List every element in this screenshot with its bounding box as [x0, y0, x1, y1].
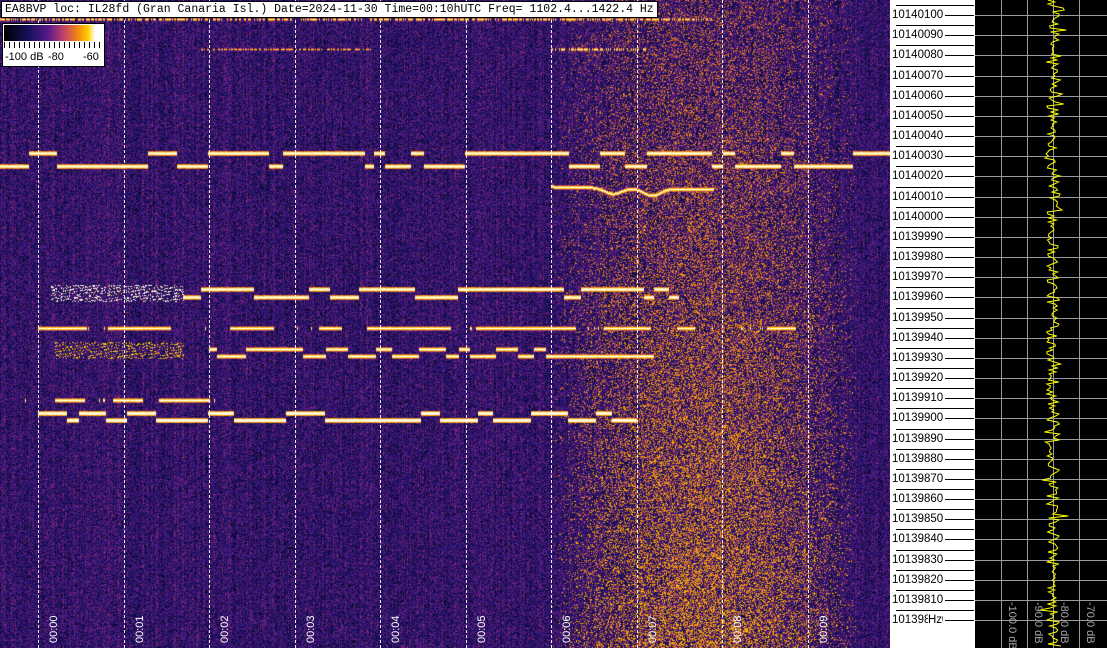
frequency-minor-tick [896, 368, 974, 369]
frequency-tick-label: 10139930 [892, 352, 946, 364]
time-tick-label: 00:09 [818, 615, 830, 643]
frequency-minor-tick [896, 529, 974, 530]
frequency-minor-tick [896, 25, 974, 26]
time-gridline [295, 0, 296, 648]
frequency-minor-tick [896, 509, 974, 510]
time-gridline [466, 0, 467, 648]
frequency-minor-tick [896, 227, 974, 228]
frequency-minor-tick [896, 429, 974, 430]
time-gridline [209, 0, 210, 648]
frequency-minor-tick [896, 469, 974, 470]
time-tick-label: 00:06 [561, 615, 573, 643]
frequency-axis: 10140100 10140090 10140080 10140070 10140060… [890, 0, 975, 648]
frequency-minor-tick [896, 166, 974, 167]
time-gridline [551, 0, 552, 648]
colorbar-ticks [4, 42, 103, 48]
colorbar-label-mid: -80 [48, 51, 64, 63]
colorbar-label-min: -100 dB [5, 51, 44, 63]
frequency-tick-label: 10140090 [892, 29, 946, 41]
frequency-minor-tick [896, 348, 974, 349]
frequency-minor-tick [896, 146, 974, 147]
power-tick-label: -70.0 dB [1083, 602, 1096, 644]
power-tick-label: -100.0 dB [1005, 602, 1018, 648]
frequency-tick-label: 10140000 [892, 211, 946, 223]
frequency-tick-label: 10140070 [892, 70, 946, 82]
time-gridline [637, 0, 638, 648]
frequency-minor-tick [896, 267, 974, 268]
waterfall-canvas [0, 0, 890, 648]
power-spectrum-plot [975, 0, 1107, 648]
frequency-tick-label: 10139820 [892, 574, 946, 586]
frequency-tick-label: 10139920 [892, 372, 946, 384]
colorbar-legend: -100 dB -80 -60 [2, 23, 105, 67]
frequency-tick-label: 10140080 [892, 49, 946, 61]
time-tick-label: 00:04 [390, 615, 402, 643]
frequency-tick-label: 10139860 [892, 493, 946, 505]
frequency-minor-tick [896, 187, 974, 188]
frequency-minor-tick [896, 610, 974, 611]
time-tick-label: 00:02 [219, 615, 231, 643]
wspr-spectrogram-window: 00:00 00:01 00:02 00:03 00:04 00:05 00:06 00:07… [0, 0, 1107, 648]
time-tick-label: 00:00 [48, 615, 60, 643]
frequency-tick-label: 10139900 [892, 412, 946, 424]
colorbar-gradient [4, 25, 103, 41]
frequency-minor-tick [896, 106, 974, 107]
time-tick-label: 00:03 [305, 615, 317, 643]
frequency-minor-tick [896, 328, 974, 329]
frequency-unit-label: Hz [928, 614, 943, 626]
time-tick-label: 00:07 [647, 615, 659, 643]
waterfall-spectrogram: 00:00 00:01 00:02 00:03 00:04 00:05 00:06 00:07… [0, 0, 890, 648]
frequency-tick-label: 10139970 [892, 271, 946, 283]
frequency-tick-label: 10139850 [892, 513, 946, 525]
frequency-minor-tick [896, 247, 974, 248]
time-tick-label: 00:05 [476, 615, 488, 643]
frequency-tick-label: 10139960 [892, 291, 946, 303]
header-title: EA8BVP loc: IL28fd (Gran Canaria Isl.) D… [1, 1, 658, 18]
frequency-minor-tick [896, 45, 974, 46]
frequency-minor-tick [896, 308, 974, 309]
frequency-tick-label: 10139980 [892, 251, 946, 263]
frequency-minor-tick [896, 489, 974, 490]
frequency-tick-label: 10139910 [892, 392, 946, 404]
frequency-tick-label: 10140060 [892, 90, 946, 102]
frequency-minor-tick [896, 5, 974, 6]
time-gridline [124, 0, 125, 648]
frequency-tick-label: 10140030 [892, 150, 946, 162]
frequency-minor-tick [896, 590, 974, 591]
frequency-minor-tick [896, 408, 974, 409]
frequency-tick-label: 10139990 [892, 231, 946, 243]
frequency-tick-label: 10139940 [892, 332, 946, 344]
frequency-minor-tick [896, 570, 974, 571]
frequency-tick-label: 10139880 [892, 453, 946, 465]
frequency-tick-label: 10139890 [892, 433, 946, 445]
power-tick-label: -90.0 dB [1031, 602, 1044, 644]
time-gridline [38, 0, 39, 648]
frequency-minor-tick [896, 207, 974, 208]
frequency-tick-label: 10140050 [892, 110, 946, 122]
frequency-minor-tick [896, 66, 974, 67]
frequency-tick-label: 10139830 [892, 554, 946, 566]
frequency-tick-label: 10140010 [892, 191, 946, 203]
frequency-minor-tick [896, 287, 974, 288]
frequency-tick-label: 10139840 [892, 533, 946, 545]
frequency-tick-label: 10139950 [892, 312, 946, 324]
time-gridline [722, 0, 723, 648]
frequency-minor-tick [896, 86, 974, 87]
frequency-minor-tick [896, 126, 974, 127]
frequency-minor-tick [896, 449, 974, 450]
frequency-tick-label: 10139810 [892, 594, 946, 606]
frequency-tick-label: 10140100 [892, 9, 946, 21]
frequency-tick-label: 10140040 [892, 130, 946, 142]
frequency-tick-label: 10140020 [892, 170, 946, 182]
power-spectrum-panel [975, 0, 1107, 648]
time-tick-label: 00:08 [732, 615, 744, 643]
time-gridline [808, 0, 809, 648]
frequency-tick-label: 10139870 [892, 473, 946, 485]
frequency-minor-tick [896, 388, 974, 389]
power-tick-label: -80.0 dB [1057, 602, 1070, 644]
time-gridline [380, 0, 381, 648]
time-tick-label: 00:01 [134, 615, 146, 643]
frequency-minor-tick [896, 550, 974, 551]
colorbar-label-max: -60 [83, 51, 99, 63]
